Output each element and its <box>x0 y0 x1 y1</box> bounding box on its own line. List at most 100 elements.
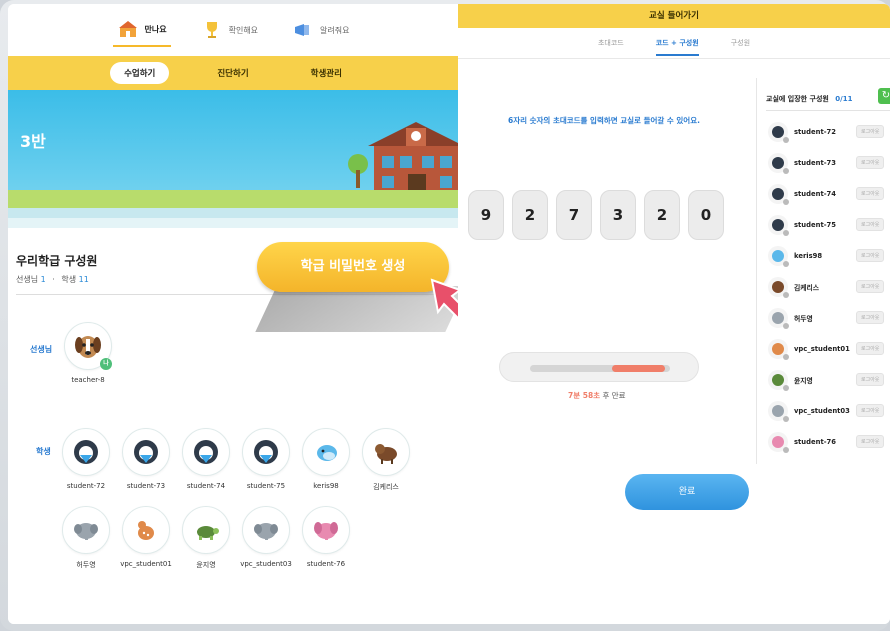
avatar <box>122 506 170 554</box>
class-name: 3반 <box>20 132 46 151</box>
avatar <box>242 506 290 554</box>
student-avatar-card[interactable]: 김케리스 <box>356 428 416 492</box>
dialog-title: 교실 들어가기 <box>458 4 890 28</box>
status-badge: 로그아웃 <box>856 125 885 138</box>
road-stripe-light <box>8 218 458 228</box>
offline-dot <box>783 353 789 360</box>
avatar <box>768 276 789 298</box>
status-badge: 로그아웃 <box>856 342 885 355</box>
tab-meet[interactable]: 만나요 <box>112 13 171 47</box>
offline-dot <box>783 446 789 453</box>
teacher-role-label: 선생님 <box>30 345 53 354</box>
roster-row: 허두영 로그아웃 <box>768 302 890 333</box>
subtab-manage[interactable]: 학생관리 <box>297 62 356 84</box>
tab-members[interactable]: 구성원 <box>731 38 750 48</box>
roster-name: student-76 <box>794 437 836 446</box>
member-avatar-icon <box>772 187 784 200</box>
roster-header: 교실에 입장한 구성원 0/11 <box>766 94 852 104</box>
status-badge: 로그아웃 <box>856 249 885 262</box>
screen: 만나요 확인해요 알려줘요 수업하기 진단하기 학생관리 3반 우리학급 구성원… <box>8 4 890 624</box>
student-name: vpc_student03 <box>240 560 292 568</box>
student-avatar-card[interactable]: keris98 <box>296 428 356 490</box>
student-name: 윤지영 <box>196 561 216 569</box>
member-avatar-icon <box>772 280 784 293</box>
student-avatar-card[interactable]: student-72 <box>56 428 116 490</box>
avatar <box>768 183 789 205</box>
student-avatar-card[interactable]: student-74 <box>176 428 236 490</box>
code-digit: 2 <box>644 190 680 240</box>
refresh-icon[interactable]: ↻ <box>878 88 890 104</box>
student-avatar-card[interactable]: student-73 <box>116 428 176 490</box>
tab-check[interactable]: 확인해요 <box>197 13 262 47</box>
status-badge: 로그아웃 <box>856 187 885 200</box>
status-badge: 로그아웃 <box>856 373 885 386</box>
roster-name: student-73 <box>794 158 836 167</box>
roster-row: 윤지영 로그아웃 <box>768 364 890 395</box>
code-digit: 2 <box>512 190 548 240</box>
avatar <box>182 506 230 554</box>
student-name: student-76 <box>306 560 346 568</box>
roster-count: 0/11 <box>835 95 853 103</box>
deer-icon <box>138 521 154 540</box>
offline-dot <box>783 384 789 391</box>
member-avatar-icon <box>772 218 784 231</box>
student-count: 11 <box>78 275 89 284</box>
done-button[interactable]: 완료 <box>625 474 749 510</box>
student-avatar-card[interactable]: student-75 <box>236 428 296 490</box>
student-name: student-75 <box>246 482 286 490</box>
invite-code-digits: 9 2 7 3 2 0 <box>468 190 724 240</box>
octocat-icon <box>134 440 158 464</box>
turtle-icon <box>197 526 219 540</box>
code-digit: 9 <box>468 190 504 240</box>
code-digit: 7 <box>556 190 592 240</box>
progress-track <box>530 365 670 372</box>
avatar <box>302 428 350 476</box>
offline-dot <box>783 260 789 267</box>
status-badge: 로그아웃 <box>856 156 885 169</box>
offline-dot <box>783 322 789 329</box>
avatar <box>768 245 789 267</box>
avatar <box>122 428 170 476</box>
elephant-icon <box>254 523 278 540</box>
megaphone-icon <box>295 24 310 36</box>
enter-classroom-dialog: 교실 들어가기 초대코드 코드 + 구성원 구성원 6자리 숫자의 초대코드를 … <box>458 4 890 624</box>
tab-notify[interactable]: 알려줘요 <box>288 13 353 47</box>
roster-name: 김케리스 <box>794 283 820 292</box>
student-avatar-card[interactable]: 윤지영 <box>176 506 236 570</box>
avatar <box>768 400 789 422</box>
octocat-icon <box>74 440 98 464</box>
student-name: vpc_student01 <box>120 560 172 568</box>
status-badge: 로그아웃 <box>856 404 885 417</box>
expiry-timer: 7분 58초 후 만료 <box>568 390 626 401</box>
class-panel: 만나요 확인해요 알려줘요 수업하기 진단하기 학생관리 3반 우리학급 구성원… <box>8 4 478 624</box>
teacher-avatar-card[interactable]: 나 teacher-8 <box>58 322 118 384</box>
avatar <box>302 506 350 554</box>
top-nav: 만나요 확인해요 알려줘요 <box>8 4 458 56</box>
student-avatar-card[interactable]: vpc_student01 <box>116 506 176 568</box>
student-avatar-card[interactable]: student-76 <box>296 506 356 568</box>
avatar <box>242 428 290 476</box>
tab-invite-code[interactable]: 초대코드 <box>598 38 624 48</box>
subtab-diagnose[interactable]: 진단하기 <box>203 62 262 84</box>
generate-class-password-button[interactable]: 학급 비밀번호 생성 <box>257 242 449 292</box>
code-digit: 0 <box>688 190 724 240</box>
student-avatar-card[interactable]: 허두영 <box>56 506 116 570</box>
student-avatar-card[interactable]: vpc_student03 <box>236 506 296 568</box>
roster-row: student-76 로그아웃 <box>768 426 890 457</box>
roster-row: 김케리스 로그아웃 <box>768 271 890 302</box>
member-avatar-icon <box>772 249 784 262</box>
members-counts: 선생님 1 · 학생 11 <box>16 274 89 285</box>
teacher-count-label: 선생님 <box>16 275 39 284</box>
offline-dot <box>783 291 789 298</box>
avatar: 나 <box>64 322 112 370</box>
roster-name: student-75 <box>794 220 836 229</box>
tab-check-label: 확인해요 <box>228 25 259 35</box>
roster-name: 허두영 <box>794 314 813 323</box>
member-avatar-icon <box>772 373 784 386</box>
subtab-lesson[interactable]: 수업하기 <box>110 62 170 84</box>
me-badge: 나 <box>100 358 112 370</box>
tab-code-and-members[interactable]: 코드 + 구성원 <box>655 38 699 56</box>
members-title: 우리학급 구성원 <box>16 254 98 268</box>
member-avatar-icon <box>772 156 784 169</box>
dolphin-icon <box>317 445 337 461</box>
